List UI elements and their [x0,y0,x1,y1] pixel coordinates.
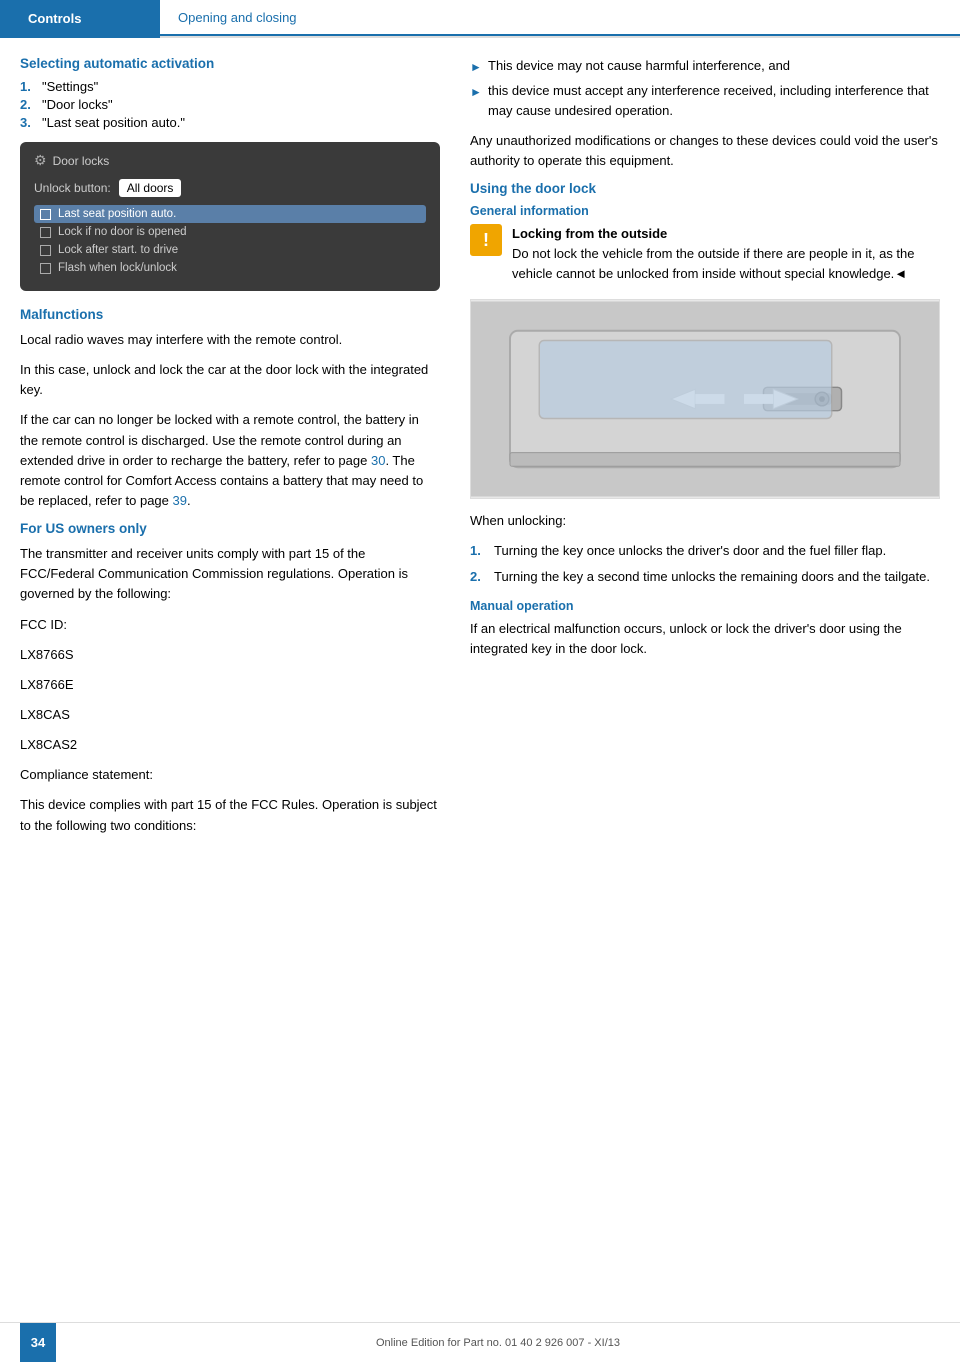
step-1-text: "Settings" [42,79,98,94]
page-footer: 34 Online Edition for Part no. 01 40 2 9… [0,1322,960,1362]
arrow-item-0: ► This device may not cause harmful inte… [470,56,940,77]
unlock-steps-list: 1. Turning the key once unlocks the driv… [470,541,940,587]
malfunctions-p2: In this case, unlock and lock the car at… [20,360,440,400]
fcc-id-3: LX8CAS2 [20,735,440,755]
arrow-icon-0: ► [470,56,482,77]
when-unlocking: When unlocking: [470,511,940,531]
unlock-step-1-num: 1. [470,541,486,561]
unlock-step-2-text: Turning the key a second time unlocks th… [494,567,930,587]
menu-item-0[interactable]: Last seat position auto. [34,205,426,223]
door-locks-mockup: ⚙ Door locks Unlock button: All doors La… [20,142,440,291]
warning-text-content: Locking from the outside Do not lock the… [512,224,940,284]
left-column: Selecting automatic activation 1. "Setti… [20,56,440,846]
page-header: Controls Opening and closing [0,0,960,36]
malfunctions-p3-text1: If the car can no longer be locked with … [20,412,419,467]
controls-label: Controls [28,11,81,26]
manual-paragraph: If an electrical malfunction occurs, unl… [470,619,940,659]
unauth-paragraph: Any unauthorized modifications or change… [470,131,940,171]
menu-item-3[interactable]: Flash when lock/unlock [34,259,426,277]
compliance-label: Compliance statement: [20,765,440,785]
arrow-list: ► This device may not cause harmful inte… [470,56,940,121]
manual-heading: Manual operation [470,599,940,613]
malfunctions-p3-text3: . [187,493,191,508]
menu-item-1-label: Lock if no door is opened [58,226,187,238]
door-image [470,299,940,499]
warning-body: Do not lock the vehicle from the outside… [512,244,940,284]
malfunctions-link1[interactable]: 30 [371,453,385,468]
door-locks-title: ⚙ Door locks [34,152,426,169]
step-3-num: 3. [20,115,36,130]
footer-text: Online Edition for Part no. 01 40 2 926 … [376,1337,620,1349]
right-column: ► This device may not cause harmful inte… [470,56,940,846]
menu-item-3-label: Flash when lock/unlock [58,262,177,274]
door-locks-title-text: Door locks [53,154,110,168]
opening-label: Opening and closing [178,10,297,25]
warning-title: Locking from the outside [512,224,940,244]
unlock-step-2: 2. Turning the key a second time unlocks… [470,567,940,587]
page-number: 34 [20,1323,56,1362]
menu-item-2[interactable]: Lock after start. to drive [34,241,426,259]
checkbox-1 [40,227,51,238]
unlock-label: Unlock button: [34,181,111,195]
main-content: Selecting automatic activation 1. "Setti… [0,38,960,906]
selecting-heading: Selecting automatic activation [20,56,440,71]
unlock-row: Unlock button: All doors [34,179,426,197]
arrow-item-0-text: This device may not cause harmful interf… [488,56,790,77]
fcc-id-0: LX8766S [20,645,440,665]
fcc-id-2: LX8CAS [20,705,440,725]
step-1: 1. "Settings" [20,79,440,94]
fcc-id-1: LX8766E [20,675,440,695]
unlock-step-1-text: Turning the key once unlocks the driver'… [494,541,886,561]
door-svg [471,300,939,498]
menu-item-1[interactable]: Lock if no door is opened [34,223,426,241]
arrow-item-1: ► this device must accept any interferen… [470,81,940,121]
arrow-item-1-text: this device must accept any interference… [488,81,940,121]
door-locks-icon: ⚙ [34,152,47,169]
selecting-steps-list: 1. "Settings" 2. "Door locks" 3. "Last s… [20,79,440,130]
malfunctions-link2[interactable]: 39 [173,493,187,508]
step-1-num: 1. [20,79,36,94]
menu-item-0-label: Last seat position auto. [58,208,176,220]
using-heading: Using the door lock [470,181,940,196]
warning-icon: ! [470,224,502,256]
compliance-p1: This device complies with part 15 of the… [20,795,440,835]
unlock-value: All doors [119,179,182,197]
arrow-icon-1: ► [470,81,482,121]
fcc-id-label: FCC ID: [20,615,440,635]
general-heading: General information [470,204,940,218]
malfunctions-p3: If the car can no longer be locked with … [20,410,440,511]
menu-item-2-label: Lock after start. to drive [58,244,178,256]
malfunctions-heading: Malfunctions [20,307,440,322]
step-2-num: 2. [20,97,36,112]
checkbox-3 [40,263,51,274]
step-3: 3. "Last seat position auto." [20,115,440,130]
step-2: 2. "Door locks" [20,97,440,112]
checkbox-0 [40,209,51,220]
step-2-text: "Door locks" [42,97,113,112]
header-controls-tab[interactable]: Controls [0,0,160,36]
for-us-p1: The transmitter and receiver units compl… [20,544,440,604]
unlock-step-1: 1. Turning the key once unlocks the driv… [470,541,940,561]
checkbox-2 [40,245,51,256]
header-opening-tab[interactable]: Opening and closing [160,0,960,36]
malfunctions-p1: Local radio waves may interfere with the… [20,330,440,350]
step-3-text: "Last seat position auto." [42,115,185,130]
warning-box: ! Locking from the outside Do not lock t… [470,224,940,284]
for-us-heading: For US owners only [20,521,440,536]
unlock-step-2-num: 2. [470,567,486,587]
